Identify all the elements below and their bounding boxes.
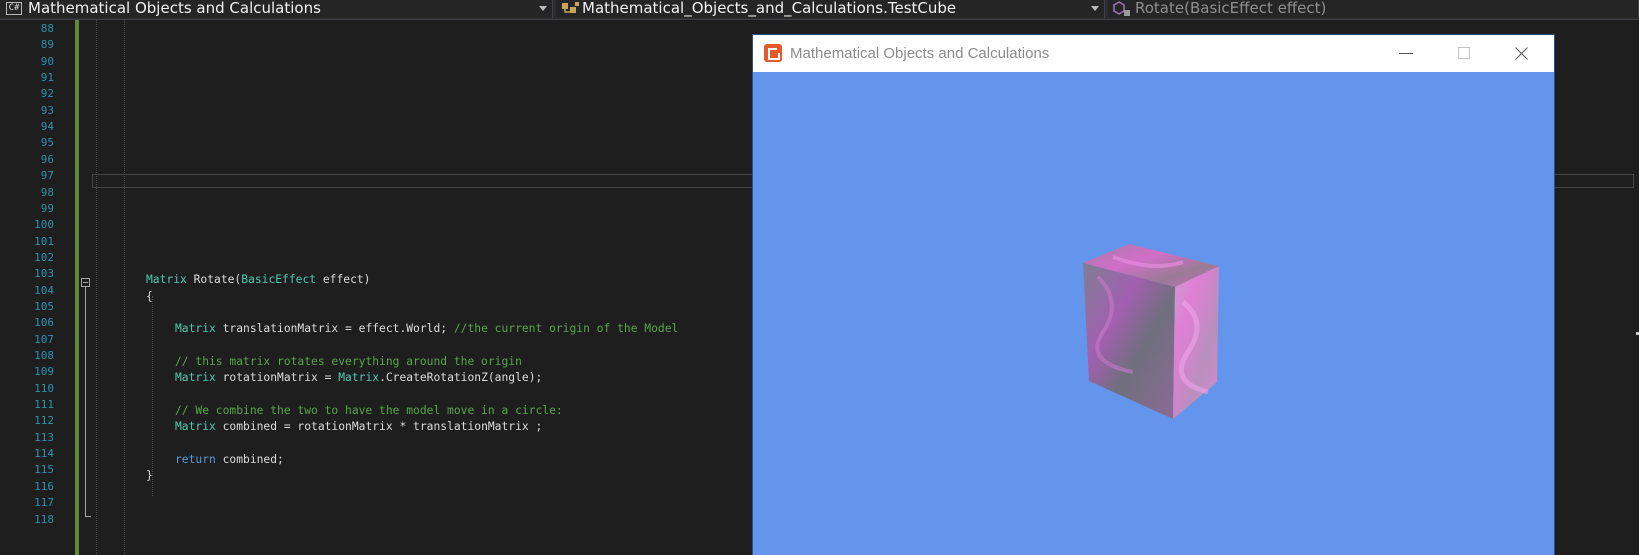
code-line-103[interactable]: Matrix Rotate(BasicEffect effect)	[146, 271, 370, 288]
line-number: 118	[34, 512, 54, 526]
code-token: Rotate(	[186, 273, 242, 286]
comment-token: //the current origin of the Model	[453, 322, 679, 335]
rotating-cube	[1083, 244, 1219, 419]
line-number: 105	[34, 299, 54, 313]
brace-token: }	[146, 469, 153, 482]
game-window[interactable]: Mathematical Objects and Calculations	[753, 35, 1554, 555]
project-label: Mathematical Objects and Calculations	[28, 0, 321, 17]
line-number: 102	[34, 250, 54, 264]
line-number: 108	[34, 349, 54, 362]
comment-token: // this matrix rotates everything around…	[175, 355, 522, 368]
code-line-115[interactable]: }	[146, 467, 153, 484]
collapse-region-end	[85, 516, 91, 517]
indent-guide	[124, 20, 125, 555]
line-number: 98	[40, 185, 54, 199]
indent-guide	[152, 296, 153, 496]
line-number: 113	[34, 430, 54, 444]
member-dropdown[interactable]: Rotate(BasicEffect effect)	[1108, 0, 1639, 18]
type-token: Matrix	[175, 371, 216, 384]
change-tracking-bar	[75, 20, 79, 555]
code-token: effect)	[316, 273, 371, 286]
window-title: Mathematical Objects and Calculations	[790, 45, 1050, 62]
navigation-bar: C# Mathematical Objects and Calculations…	[0, 0, 1639, 20]
line-number: 107	[34, 332, 54, 346]
code-line-108[interactable]: // this matrix rotates everything around…	[175, 353, 522, 370]
line-number: 91	[40, 71, 54, 85]
line-number: 115	[34, 463, 54, 477]
indent-guide	[96, 20, 97, 555]
window-titlebar[interactable]: Mathematical Objects and Calculations	[753, 35, 1554, 72]
line-number: 106	[34, 316, 54, 330]
line-number: 103	[34, 267, 54, 281]
line-number: 93	[40, 103, 54, 117]
member-label: Rotate(BasicEffect effect)	[1135, 0, 1327, 17]
line-number: 117	[34, 496, 54, 510]
game-viewport[interactable]	[753, 72, 1554, 555]
type-token: Matrix	[146, 273, 187, 286]
collapse-region-line	[85, 287, 86, 517]
minimize-button[interactable]	[1383, 35, 1429, 72]
code-line-114[interactable]: return combined;	[175, 451, 284, 468]
project-dropdown[interactable]: C# Mathematical Objects and Calculations	[0, 0, 553, 18]
line-number-gutter: 88 89 90 91 92 93 94 95 96 97 98 99 100 101 102 103 104 1…	[0, 20, 66, 555]
keyword-token: return	[175, 453, 216, 466]
method-icon	[1113, 1, 1130, 16]
csharp-project-icon: C#	[6, 2, 22, 15]
code-token: combined = rotationMatrix * translationM…	[215, 420, 543, 433]
code-token: rotationMatrix =	[215, 371, 339, 384]
line-number: 94	[40, 120, 54, 134]
line-number: 90	[40, 54, 54, 68]
line-number: 88	[40, 22, 54, 35]
chevron-down-icon	[539, 6, 547, 11]
line-number: 110	[34, 381, 54, 395]
line-number: 97	[40, 169, 54, 183]
code-line-106[interactable]: Matrix translationMatrix = effect.World;…	[175, 320, 678, 337]
line-number: 92	[40, 87, 54, 101]
line-number: 112	[34, 414, 54, 428]
line-number: 100	[34, 218, 54, 232]
code-token: combined;	[215, 453, 284, 466]
maximize-button[interactable]	[1441, 35, 1487, 72]
line-number: 89	[40, 38, 54, 52]
line-number: 96	[40, 152, 54, 166]
line-number: 101	[34, 234, 54, 248]
code-line-111[interactable]: // We combine the two to have the model …	[175, 402, 563, 419]
line-number: 104	[34, 283, 54, 297]
line-number: 116	[34, 479, 54, 493]
code-line-112[interactable]: Matrix combined = rotationMatrix * trans…	[175, 418, 542, 435]
code-line-109[interactable]: Matrix rotationMatrix = Matrix.CreateRot…	[175, 369, 542, 386]
type-token: Matrix	[175, 322, 216, 335]
line-number: 111	[34, 398, 54, 412]
close-button[interactable]	[1498, 35, 1544, 72]
type-token: Matrix	[175, 420, 216, 433]
code-token: .CreateRotationZ(angle);	[379, 371, 543, 384]
line-number: 109	[34, 365, 54, 379]
comment-token: // We combine the two to have the model …	[175, 404, 563, 417]
monogame-logo-icon	[764, 44, 782, 62]
chevron-down-icon	[1091, 6, 1099, 11]
line-number: 99	[40, 201, 54, 215]
type-token: BasicEffect	[241, 273, 317, 286]
line-number: 114	[34, 447, 54, 461]
class-icon	[562, 2, 579, 13]
code-token: translationMatrix = effect.World;	[215, 322, 454, 335]
collapse-toggle-icon[interactable]	[81, 278, 90, 287]
class-label: Mathematical_Objects_and_Calculations.Te…	[582, 0, 957, 17]
brace-token: {	[146, 290, 153, 303]
line-number: 95	[40, 136, 54, 150]
code-line-104[interactable]: {	[146, 288, 153, 305]
class-dropdown[interactable]: Mathematical_Objects_and_Calculations.Te…	[556, 0, 1105, 18]
type-token: Matrix	[338, 371, 380, 384]
